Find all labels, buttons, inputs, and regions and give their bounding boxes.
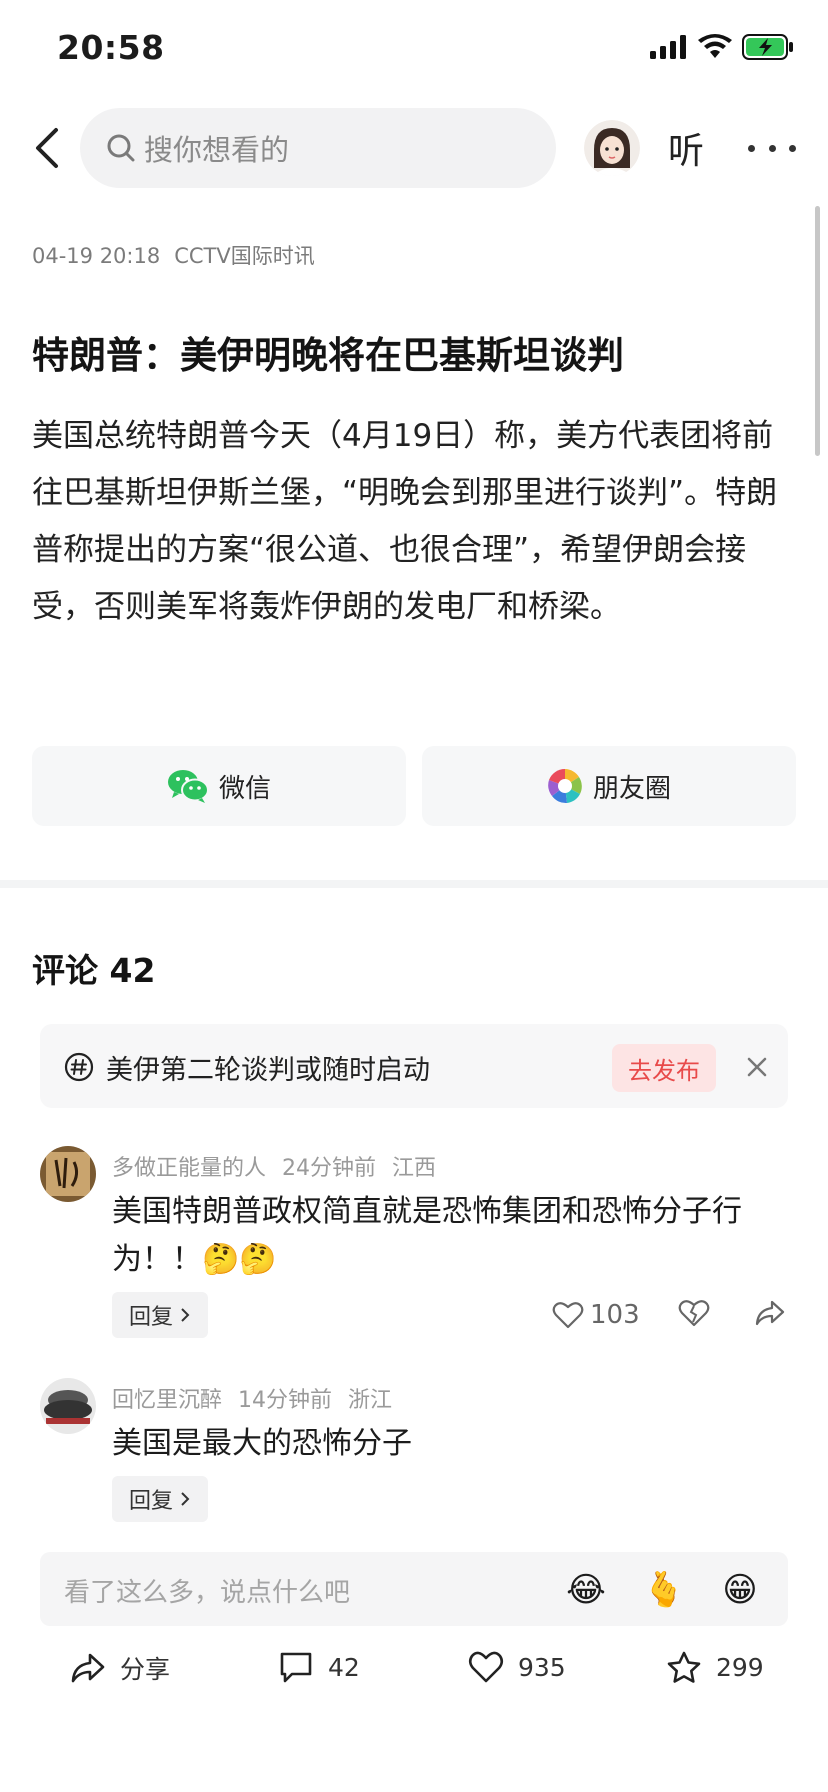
emoji-finger-heart-button[interactable]: 🫰	[642, 1568, 686, 1612]
section-divider	[0, 880, 828, 888]
status-icons	[650, 34, 794, 60]
commenter-avatar[interactable]	[40, 1378, 96, 1434]
article-source[interactable]: CCTV国际时讯	[174, 244, 315, 268]
share-wechat-button[interactable]: 微信	[32, 746, 406, 826]
publish-button[interactable]: 去发布	[612, 1044, 716, 1092]
comment-location: 浙江	[348, 1388, 393, 1413]
share-label: 分享	[120, 1655, 171, 1684]
share-wechat-label: 微信	[218, 773, 271, 804]
hashtag-icon	[64, 1052, 94, 1082]
scroll-indicator[interactable]	[815, 206, 820, 456]
close-icon	[747, 1057, 767, 1077]
share-button[interactable]: 分享	[70, 1650, 170, 1686]
reply-button[interactable]: 回复	[112, 1292, 208, 1338]
search-icon	[107, 134, 135, 162]
wechat-icon	[167, 770, 209, 803]
reply-button[interactable]: 回复	[112, 1476, 208, 1522]
emoji-laughing-button[interactable]: 😂	[564, 1568, 608, 1612]
close-topic-button[interactable]	[740, 1050, 774, 1084]
favorite-button[interactable]: 299	[666, 1650, 764, 1684]
avatar-image	[584, 120, 640, 176]
heart-icon	[552, 1302, 584, 1329]
like-article-button[interactable]: 935	[468, 1650, 566, 1684]
avatar-image	[40, 1146, 96, 1202]
more-dot-icon	[768, 144, 776, 152]
reply-label: 回复	[128, 1489, 173, 1514]
comment-time: 24分钟前	[282, 1156, 377, 1181]
listen-button[interactable]: 听	[668, 122, 704, 174]
likes-count: 935	[518, 1652, 566, 1682]
reply-label: 回复	[128, 1305, 173, 1330]
moments-icon	[547, 768, 582, 804]
heart-icon	[468, 1651, 504, 1683]
chevron-right-icon	[181, 1492, 190, 1506]
comments-count: 42	[328, 1652, 360, 1682]
more-dot-icon	[748, 144, 755, 152]
comments-title: 评论 42	[32, 951, 156, 990]
star-icon	[667, 1651, 701, 1683]
comment-input-placeholder: 看了这么多，说点什么吧	[64, 1578, 351, 1608]
comment-time: 14分钟前	[238, 1388, 333, 1413]
share-moments-label: 朋友圈	[592, 773, 671, 804]
comment-item: 回忆里沉醉 14分钟前 浙江 美国是最大的恐怖分子 回复	[0, 1378, 828, 1528]
article-date: 04-19 20:18	[32, 244, 161, 268]
chevron-left-icon	[36, 128, 58, 168]
broken-heart-icon	[678, 1300, 710, 1327]
search-placeholder: 搜你想看的	[144, 133, 290, 167]
status-bar: 20:58	[0, 0, 828, 100]
article-meta: 04-19 20:18 CCTV国际时讯	[32, 240, 315, 270]
more-dot-icon	[789, 144, 796, 152]
commenter-name[interactable]: 回忆里沉醉	[112, 1388, 222, 1413]
wifi-icon	[698, 34, 732, 58]
search-bar[interactable]: 搜你想看的	[80, 108, 556, 188]
comment-text: 美国特朗普政权简直就是恐怖集团和恐怖分子行为！！🤔🤔	[112, 1194, 742, 1277]
chevron-right-icon	[181, 1308, 190, 1322]
back-button[interactable]	[28, 122, 72, 174]
top-nav: 搜你想看的 听	[0, 106, 828, 190]
comment-meta: 多做正能量的人 24分钟前 江西	[112, 1150, 452, 1182]
comments-button[interactable]: 42	[278, 1650, 360, 1684]
favorites-count: 299	[716, 1652, 764, 1682]
dislike-button[interactable]	[678, 1298, 710, 1332]
avatar-image	[40, 1378, 96, 1434]
topic-text: 美伊第二轮谈判或随时启动	[106, 1055, 430, 1086]
like-button[interactable]: 103	[552, 1300, 640, 1330]
user-avatar[interactable]	[584, 120, 640, 176]
comment-input[interactable]: 看了这么多，说点什么吧 😂 🫰 😁	[40, 1552, 788, 1626]
comment-text: 美国是最大的恐怖分子	[112, 1426, 412, 1461]
share-arrow-icon	[755, 1300, 784, 1326]
comment-meta: 回忆里沉醉 14分钟前 浙江	[112, 1382, 408, 1414]
article-title: 特朗普：美伊明晚将在巴基斯坦谈判	[32, 334, 624, 377]
topic-bar[interactable]: 美伊第二轮谈判或随时启动 去发布	[40, 1024, 788, 1108]
comment-location: 江西	[392, 1156, 437, 1181]
comment-actions: 103	[552, 1298, 786, 1332]
more-options-button[interactable]	[748, 124, 796, 172]
status-time: 20:58	[57, 28, 165, 67]
share-comment-button[interactable]	[754, 1298, 786, 1332]
battery-charging-icon	[742, 34, 793, 60]
comment-item: 多做正能量的人 24分钟前 江西 美国特朗普政权简直就是恐怖集团和恐怖分子行为！！🤔…	[0, 1146, 828, 1346]
commenter-name[interactable]: 多做正能量的人	[112, 1156, 266, 1181]
signal-icon	[650, 35, 686, 59]
commenter-avatar[interactable]	[40, 1146, 96, 1202]
comment-bubble-icon	[280, 1652, 312, 1683]
share-moments-button[interactable]: 朋友圈	[422, 746, 796, 826]
bottom-action-bar: 分享 42 935 299	[0, 1640, 828, 1710]
like-count: 103	[590, 1300, 640, 1330]
share-arrow-icon	[71, 1653, 105, 1683]
article-body: 美国总统特朗普今天（4月19日）称，美方代表团将前往巴基斯坦伊斯兰堡，“明晚会到…	[32, 418, 778, 625]
emoji-grin-button[interactable]: 😁	[718, 1568, 762, 1612]
